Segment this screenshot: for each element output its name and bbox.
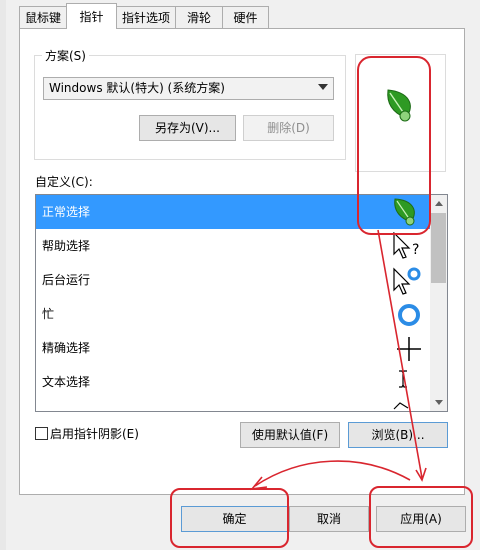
list-item[interactable]: 正常选择 xyxy=(36,195,431,229)
text-ibeam-cursor-icon xyxy=(399,370,407,388)
working-in-background-cursor-icon xyxy=(393,267,421,295)
use-default-button[interactable]: 使用默认值(F) xyxy=(240,422,340,448)
scheme-dropdown[interactable]: Windows 默认(特大) (系统方案) xyxy=(43,77,334,100)
scroll-up-icon[interactable] xyxy=(435,201,443,206)
green-leaf-cursor-icon xyxy=(387,89,411,122)
tab-label: 指针选项 xyxy=(121,11,170,25)
scheme-dropdown-value: Windows 默认(特大) (系统方案) xyxy=(49,81,225,95)
cursor-name: 忙 xyxy=(42,307,55,321)
help-select-cursor-icon: ? xyxy=(393,232,419,259)
cursor-list[interactable]: 正常选择 帮助选择 后台运行 忙 精确选择 文本选择 ? xyxy=(35,194,448,412)
ok-button[interactable]: 确定 xyxy=(181,506,288,532)
save-as-button[interactable]: 另存为(V)... xyxy=(139,115,236,141)
tab-wheel[interactable]: 滑轮 xyxy=(175,6,223,28)
delete-button[interactable]: 删除(D) xyxy=(243,115,334,141)
list-scrollbar[interactable] xyxy=(430,195,447,411)
svg-text:?: ? xyxy=(412,242,419,258)
list-item[interactable]: 后台运行 xyxy=(36,263,431,297)
list-item[interactable]: 忙 xyxy=(36,297,431,331)
browse-button[interactable]: 浏览(B)... xyxy=(348,422,448,448)
tab-pointers[interactable]: 指针 xyxy=(66,3,117,29)
partially-visible-cursor-icon xyxy=(393,402,409,410)
cursor-preview xyxy=(355,54,446,172)
pointer-shadow-checkbox[interactable] xyxy=(35,427,48,440)
list-item[interactable]: 文本选择 xyxy=(36,365,431,399)
scheme-group-label: 方案(S) xyxy=(42,47,89,64)
list-item[interactable]: 帮助选择 xyxy=(36,229,431,263)
tab-buttons[interactable]: 鼠标键 xyxy=(19,6,67,28)
tab-label: 硬件 xyxy=(233,11,258,25)
cancel-button[interactable]: 取消 xyxy=(289,506,369,532)
apply-button[interactable]: 应用(A) xyxy=(376,506,466,532)
cursor-name: 精确选择 xyxy=(42,341,91,355)
chevron-down-icon xyxy=(318,84,328,90)
scroll-down-icon[interactable] xyxy=(435,400,443,405)
cursor-name: 后台运行 xyxy=(42,273,91,287)
precision-crosshair-cursor-icon xyxy=(397,337,421,361)
tab-label: 指针 xyxy=(79,10,104,24)
tab-label: 滑轮 xyxy=(186,11,211,25)
scheme-group xyxy=(34,55,346,160)
tab-pointer-options[interactable]: 指针选项 xyxy=(116,6,176,28)
cursor-name: 帮助选择 xyxy=(42,239,91,253)
customize-label: 自定义(C): xyxy=(35,175,93,189)
busy-ring-cursor-icon xyxy=(398,304,420,326)
list-item[interactable]: 精确选择 xyxy=(36,331,431,365)
cursor-name: 文本选择 xyxy=(42,375,91,389)
tab-label: 鼠标键 xyxy=(24,11,61,25)
green-leaf-cursor-icon xyxy=(394,198,415,226)
tab-hardware[interactable]: 硬件 xyxy=(222,6,269,28)
scrollbar-thumb[interactable] xyxy=(431,213,446,283)
pointer-shadow-label: 启用指针阴影(E) xyxy=(50,427,139,441)
left-window-edge xyxy=(0,0,6,550)
cursor-name: 正常选择 xyxy=(42,205,91,219)
